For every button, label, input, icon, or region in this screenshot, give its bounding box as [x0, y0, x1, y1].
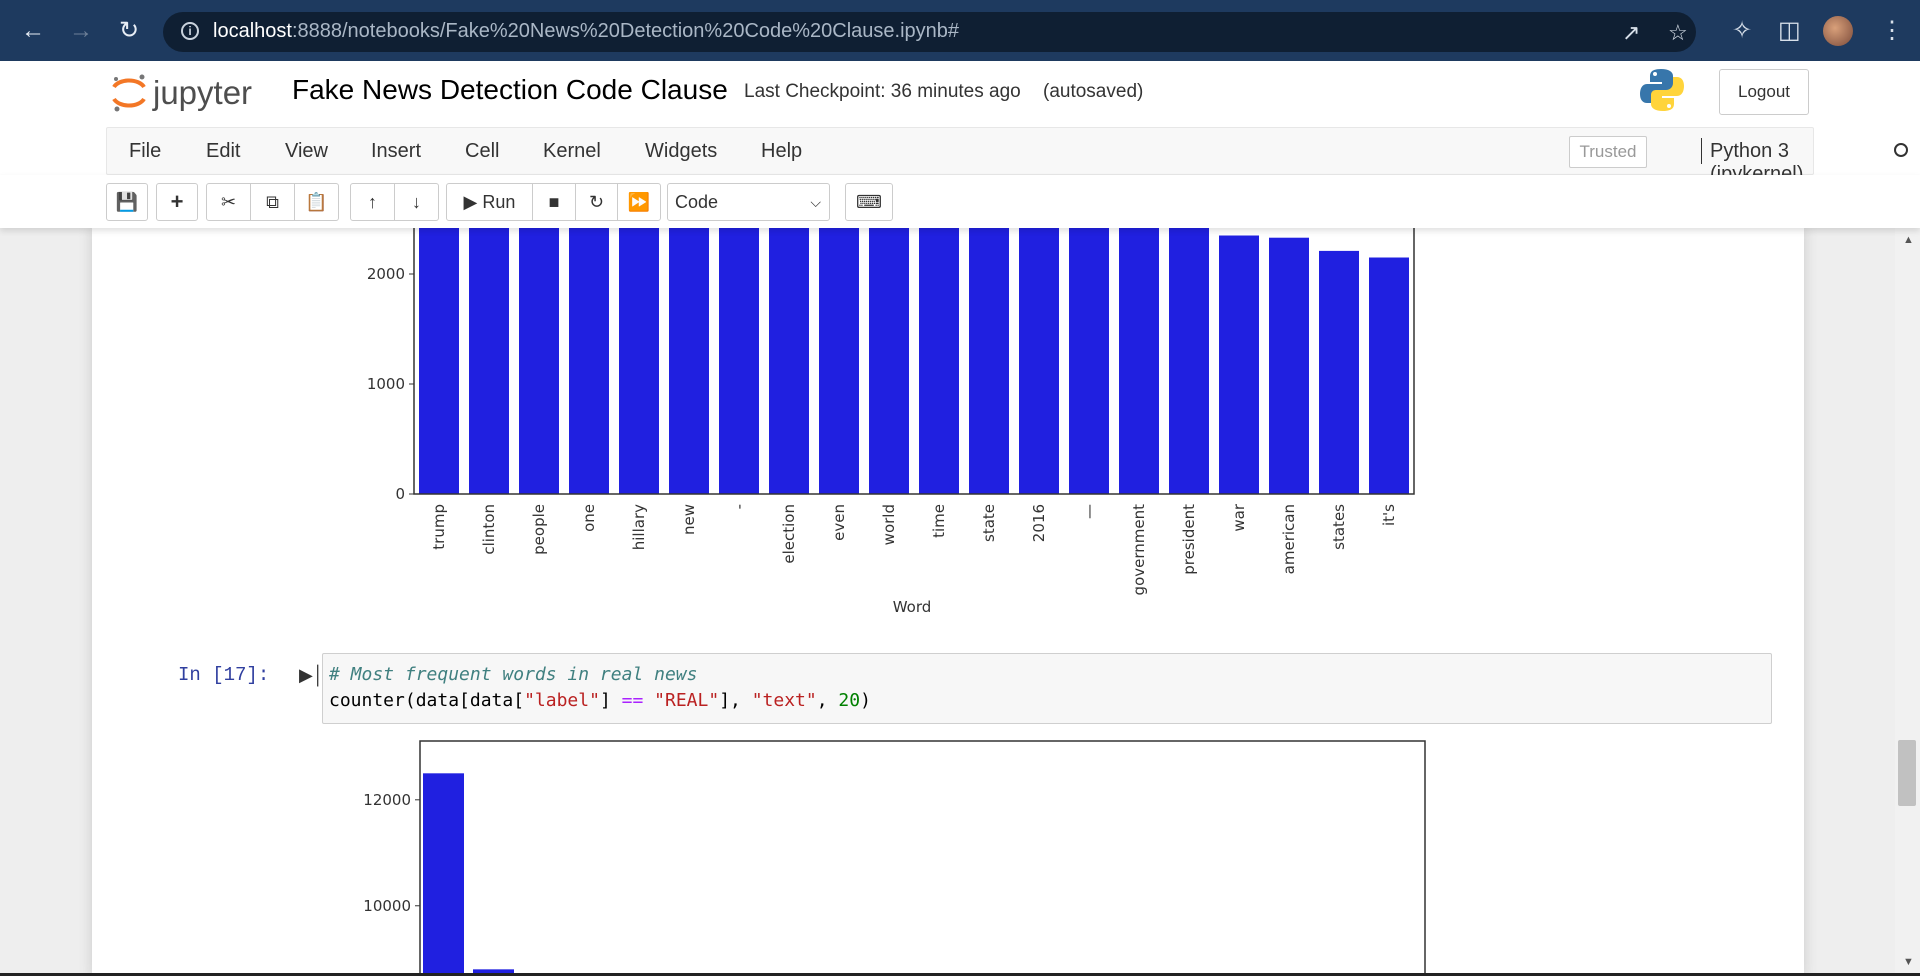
python-logo-icon [1640, 67, 1684, 118]
cut-button[interactable]: ✂ [206, 183, 251, 221]
run-label: Run [482, 192, 516, 212]
reload-icon[interactable]: ↻ [115, 17, 143, 45]
restart-icon: ↻ [588, 192, 605, 212]
paste-button[interactable]: 📋 [294, 183, 339, 221]
menu-widgets[interactable]: Widgets [645, 140, 717, 163]
chart2-ytick-label: 12000 [363, 791, 411, 809]
move-down-button[interactable]: ↓ [394, 183, 439, 221]
insert-cell-button[interactable]: + [156, 183, 198, 221]
jupyter-logo[interactable]: jupyter [108, 69, 268, 124]
notebook-toolbar: 💾 + ✂ ⧉ 📋 ↑ ↓ ▶ Run ■ ↻ ⏩ Code ⌵ ⌨ [0, 175, 1920, 228]
kebab-menu-icon[interactable]: ⋮ [1880, 16, 1904, 45]
paste-icon: 📋 [305, 192, 328, 212]
url-host: localhost [213, 20, 292, 42]
browser-toolbar: ← → ↻ i localhost:8888/notebooks/Fake%20… [0, 0, 1920, 61]
back-icon[interactable]: ← [19, 17, 47, 45]
checkpoint-status: Last Checkpoint: 36 minutes ago [744, 81, 1021, 102]
kernel-divider [1701, 138, 1702, 164]
trusted-indicator[interactable]: Trusted [1569, 136, 1647, 168]
scrollbar-thumb[interactable] [1898, 740, 1916, 806]
menu-edit[interactable]: Edit [206, 140, 240, 163]
menu-help[interactable]: Help [761, 140, 802, 163]
notebook-title[interactable]: Fake News Detection Code Clause [292, 74, 728, 106]
chart2-ytick-label: 10000 [363, 897, 411, 915]
command-palette-button[interactable]: ⌨ [845, 183, 893, 221]
plus-icon: + [170, 189, 184, 214]
menubar: File Edit View Insert Cell Kernel Widget… [0, 127, 1920, 185]
address-bar[interactable]: i localhost:8888/notebooks/Fake%20News%2… [163, 12, 1696, 52]
stop-icon: ■ [548, 192, 560, 212]
fast-forward-icon: ⏩ [627, 192, 651, 212]
save-button[interactable]: 💾 [106, 183, 148, 221]
jupyter-logo-icon: jupyter [112, 74, 252, 112]
move-up-button[interactable]: ↑ [350, 183, 395, 221]
run-button[interactable]: ▶ Run [446, 183, 533, 221]
restart-button[interactable]: ↻ [575, 183, 618, 221]
logo-text: jupyter [152, 74, 252, 111]
kernel-idle-icon [1894, 143, 1908, 157]
menubar-container: File Edit View Insert Cell Kernel Widget… [106, 127, 1908, 185]
logout-button[interactable]: Logout [1719, 69, 1809, 115]
keyboard-icon: ⌨ [856, 192, 882, 212]
site-info-icon[interactable]: i [181, 22, 199, 40]
extensions-icon[interactable]: ✧ [1732, 16, 1752, 45]
url-text[interactable]: localhost:8888/notebooks/Fake%20News%20D… [213, 20, 959, 43]
scissors-icon: ✂ [220, 192, 237, 212]
forward-icon[interactable]: → [67, 17, 95, 45]
save-icon: 💾 [115, 192, 139, 212]
page-scrollbar[interactable]: ▲ ▼ [1895, 228, 1920, 976]
real-news-word-chart: 10000 12000 [363, 740, 1426, 976]
autosave-status: (autosaved) [1043, 81, 1144, 102]
chart2-frame [419, 740, 1426, 976]
menu-kernel[interactable]: Kernel [543, 140, 601, 163]
copy-button[interactable]: ⧉ [250, 183, 295, 221]
cell-type-value: Code [675, 192, 719, 212]
menu-file[interactable]: File [129, 140, 161, 163]
restart-run-all-button[interactable]: ⏩ [617, 183, 661, 221]
menu-insert[interactable]: Insert [371, 140, 421, 163]
menu-view[interactable]: View [285, 140, 328, 163]
menu-cell[interactable]: Cell [465, 140, 499, 163]
notebook-container: 0 1000 2000 trump clinton people one hillary ne… [92, 228, 1804, 976]
share-icon[interactable]: ↗ [1622, 20, 1640, 46]
bookmark-star-icon[interactable]: ☆ [1668, 20, 1688, 46]
chart2-bar [423, 773, 464, 976]
play-icon: ▶ [463, 192, 478, 212]
arrow-up-icon: ↑ [368, 192, 377, 212]
side-panel-icon[interactable]: ◫ [1778, 16, 1801, 45]
cell-type-select[interactable]: Code ⌵ [667, 183, 830, 221]
url-path: :8888/notebooks/Fake%20News%20Detection%… [291, 20, 960, 42]
arrow-down-icon: ↓ [412, 192, 421, 212]
scroll-down-icon[interactable]: ▼ [1903, 956, 1914, 968]
scroll-up-icon[interactable]: ▲ [1903, 234, 1914, 246]
copy-icon: ⧉ [266, 192, 279, 212]
chevron-down-icon: ⌵ [810, 194, 821, 210]
profile-avatar[interactable] [1823, 16, 1853, 46]
jupyter-header: jupyter Fake News Detection Code Clause … [0, 61, 1920, 127]
interrupt-button[interactable]: ■ [532, 183, 576, 221]
